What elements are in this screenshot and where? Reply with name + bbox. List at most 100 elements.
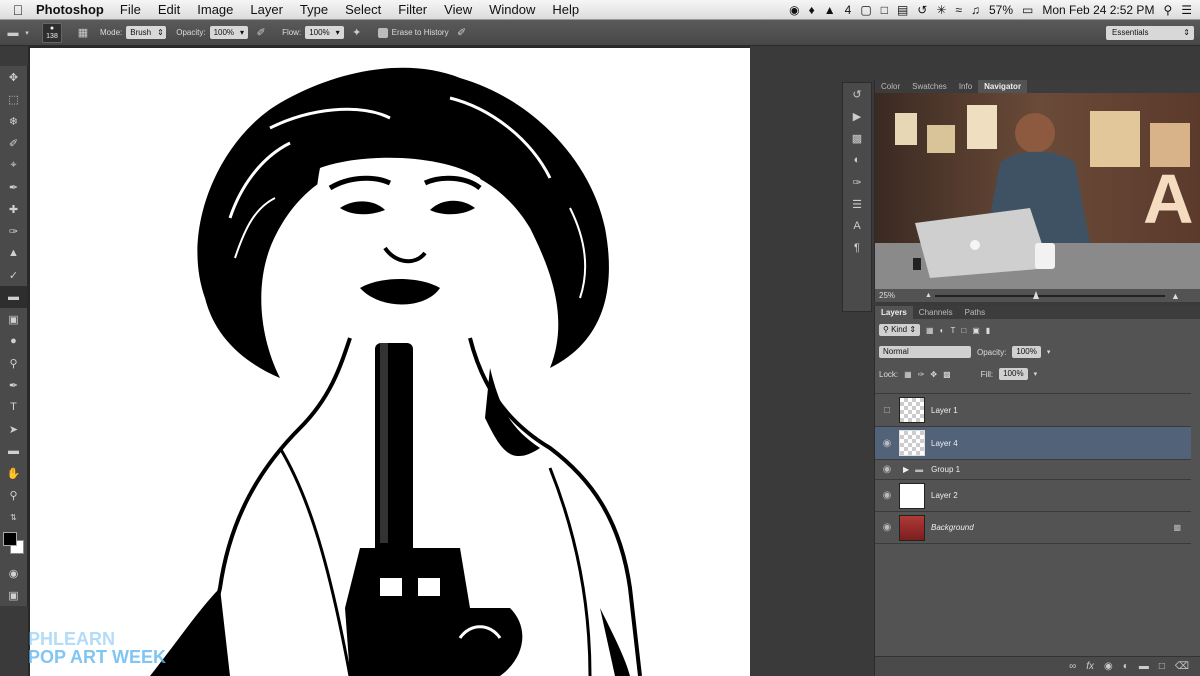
zoom-level[interactable]: 25%	[879, 291, 895, 300]
histogram-panel-icon[interactable]: ▩	[843, 127, 871, 149]
add-mask-icon[interactable]: ◉	[1104, 661, 1113, 672]
tab-channels[interactable]: Channels	[913, 306, 959, 319]
chevron-down-icon[interactable]: ▾	[1034, 370, 1038, 378]
menu-layer[interactable]: Layer	[250, 2, 283, 17]
adjustment-layer-icon[interactable]: ◐	[1123, 661, 1129, 672]
character-panel-icon[interactable]: A	[843, 215, 871, 237]
healing-tool-icon[interactable]: ✚	[0, 198, 27, 220]
layer-row[interactable]: ◉ Background ▩	[875, 511, 1191, 544]
layer-name[interactable]: Layer 2	[931, 491, 958, 500]
layer-name[interactable]: Background	[931, 523, 974, 532]
zoom-out-icon[interactable]: ▲	[925, 292, 932, 299]
volume-icon[interactable]: ♫	[971, 3, 980, 17]
battery-percent[interactable]: 57%	[989, 3, 1013, 17]
layer-group-row[interactable]: ◉ ▶ ▬ Group 1	[875, 459, 1191, 479]
filter-toggle-icon[interactable]: ▮	[986, 326, 990, 335]
layer-name[interactable]: Group 1	[931, 465, 960, 474]
crop-tool-icon[interactable]: ⌖	[0, 154, 27, 176]
zoom-tool-icon[interactable]: ⚲	[0, 484, 27, 506]
pressure-opacity-icon[interactable]: ✐	[254, 26, 268, 40]
blend-mode-select[interactable]: Normal	[879, 346, 971, 358]
properties-panel-icon[interactable]: ☰	[843, 193, 871, 215]
actions-panel-icon[interactable]: ▶	[843, 105, 871, 127]
new-group-icon[interactable]: ▬	[1139, 661, 1149, 672]
opacity-field[interactable]: 100% ▾	[209, 26, 249, 39]
hand-tool-icon[interactable]: ✋	[0, 462, 27, 484]
eraser-icon[interactable]: ▬	[6, 26, 20, 40]
erase-to-history-checkbox[interactable]	[377, 27, 388, 38]
tab-swatches[interactable]: Swatches	[906, 80, 953, 93]
tab-info[interactable]: Info	[953, 80, 978, 93]
link-layers-icon[interactable]: ∞	[1069, 661, 1076, 672]
airbrush-icon[interactable]: ✦	[350, 26, 364, 40]
color-swatches[interactable]	[0, 528, 27, 562]
eye-icon[interactable]: ◉	[875, 490, 899, 501]
display-icon[interactable]: ▤	[897, 3, 908, 17]
menu-filter[interactable]: Filter	[398, 2, 427, 17]
tab-navigator[interactable]: Navigator	[978, 80, 1028, 93]
smart-object-filter-icon[interactable]: ▣	[972, 326, 980, 335]
lock-all-icon[interactable]: ▩	[943, 370, 951, 379]
chevron-down-icon[interactable]: ▾	[20, 26, 34, 40]
app-menu[interactable]: Photoshop	[36, 2, 104, 17]
layer-style-icon[interactable]: fx	[1086, 661, 1094, 672]
dodge-tool-icon[interactable]: ⚲	[0, 352, 27, 374]
stamp-tool-icon[interactable]: ▲	[0, 242, 27, 264]
history-panel-icon[interactable]: ↺	[843, 83, 871, 105]
layer-row[interactable]: □ Layer 1	[875, 393, 1191, 426]
quick-select-tool-icon[interactable]: ✐	[0, 132, 27, 154]
fill-field[interactable]: 100%	[999, 368, 1028, 380]
apple-icon[interactable]: 	[0, 2, 36, 18]
pixel-filter-icon[interactable]: ▦	[926, 326, 934, 335]
time-machine-icon[interactable]: ↺	[917, 3, 927, 17]
brush-presets-panel-icon[interactable]: ✑	[843, 171, 871, 193]
new-layer-icon[interactable]: □	[1159, 661, 1165, 672]
pen-tool-icon[interactable]: ✒	[0, 374, 27, 396]
menu-window[interactable]: Window	[489, 2, 535, 17]
layer-row-selected[interactable]: ◉ Layer 4	[875, 426, 1191, 459]
zoom-slider[interactable]	[935, 295, 1165, 297]
menu-type[interactable]: Type	[300, 2, 328, 17]
navigator-preview[interactable]: A	[875, 93, 1200, 289]
menu-select[interactable]: Select	[345, 2, 381, 17]
shape-filter-icon[interactable]: □	[961, 326, 966, 335]
brush-tool-icon[interactable]: ✑	[0, 220, 27, 242]
adjustment-filter-icon[interactable]: ◐	[940, 326, 945, 335]
lock-pixels-icon[interactable]: ✑	[918, 370, 925, 379]
wifi-icon[interactable]: ≈	[955, 3, 962, 17]
eye-icon[interactable]: ◉	[875, 464, 899, 475]
lock-transparency-icon[interactable]: ▦	[904, 370, 912, 379]
chat-icon[interactable]: □	[881, 3, 888, 17]
tab-layers[interactable]: Layers	[875, 306, 913, 319]
pressure-size-icon[interactable]: ✐	[455, 26, 469, 40]
lock-position-icon[interactable]: ✥	[930, 370, 937, 379]
shape-tool-icon[interactable]: ▬	[0, 440, 27, 462]
spotlight-icon[interactable]: ⚲	[1163, 3, 1172, 17]
brush-preset-picker[interactable]: ● 138	[42, 22, 62, 43]
adjustments-panel-icon[interactable]: ◐	[843, 149, 871, 171]
zoom-in-icon[interactable]: ▲	[1171, 291, 1180, 301]
eye-icon[interactable]: ◉	[875, 522, 899, 533]
type-filter-icon[interactable]: T	[950, 326, 955, 335]
tab-paths[interactable]: Paths	[959, 306, 991, 319]
menu-file[interactable]: File	[120, 2, 141, 17]
swap-colors-icon[interactable]: ⇅	[0, 506, 27, 528]
menu-view[interactable]: View	[444, 2, 472, 17]
history-brush-tool-icon[interactable]: ✓	[0, 264, 27, 286]
flow-field[interactable]: 100% ▾	[305, 26, 344, 39]
eraser-tool-icon[interactable]: ▬	[0, 286, 27, 308]
layer-opacity-field[interactable]: 100%	[1012, 346, 1041, 358]
type-tool-icon[interactable]: T	[0, 396, 27, 418]
mode-select[interactable]: Brush ⇕	[126, 26, 167, 39]
layer-name[interactable]: Layer 4	[931, 439, 958, 448]
clock[interactable]: Mon Feb 24 2:52 PM	[1042, 3, 1154, 17]
blur-tool-icon[interactable]: ●	[0, 330, 27, 352]
path-select-tool-icon[interactable]: ➤	[0, 418, 27, 440]
foreground-color-swatch[interactable]	[3, 532, 17, 546]
adobe-icon[interactable]: ▲	[824, 3, 836, 17]
eyedropper-tool-icon[interactable]: ✒	[0, 176, 27, 198]
marquee-tool-icon[interactable]: ⬚	[0, 88, 27, 110]
layer-name[interactable]: Layer 1	[931, 406, 958, 415]
eye-icon[interactable]: ◉	[875, 438, 899, 449]
notifications-icon[interactable]: ☰	[1181, 3, 1192, 17]
